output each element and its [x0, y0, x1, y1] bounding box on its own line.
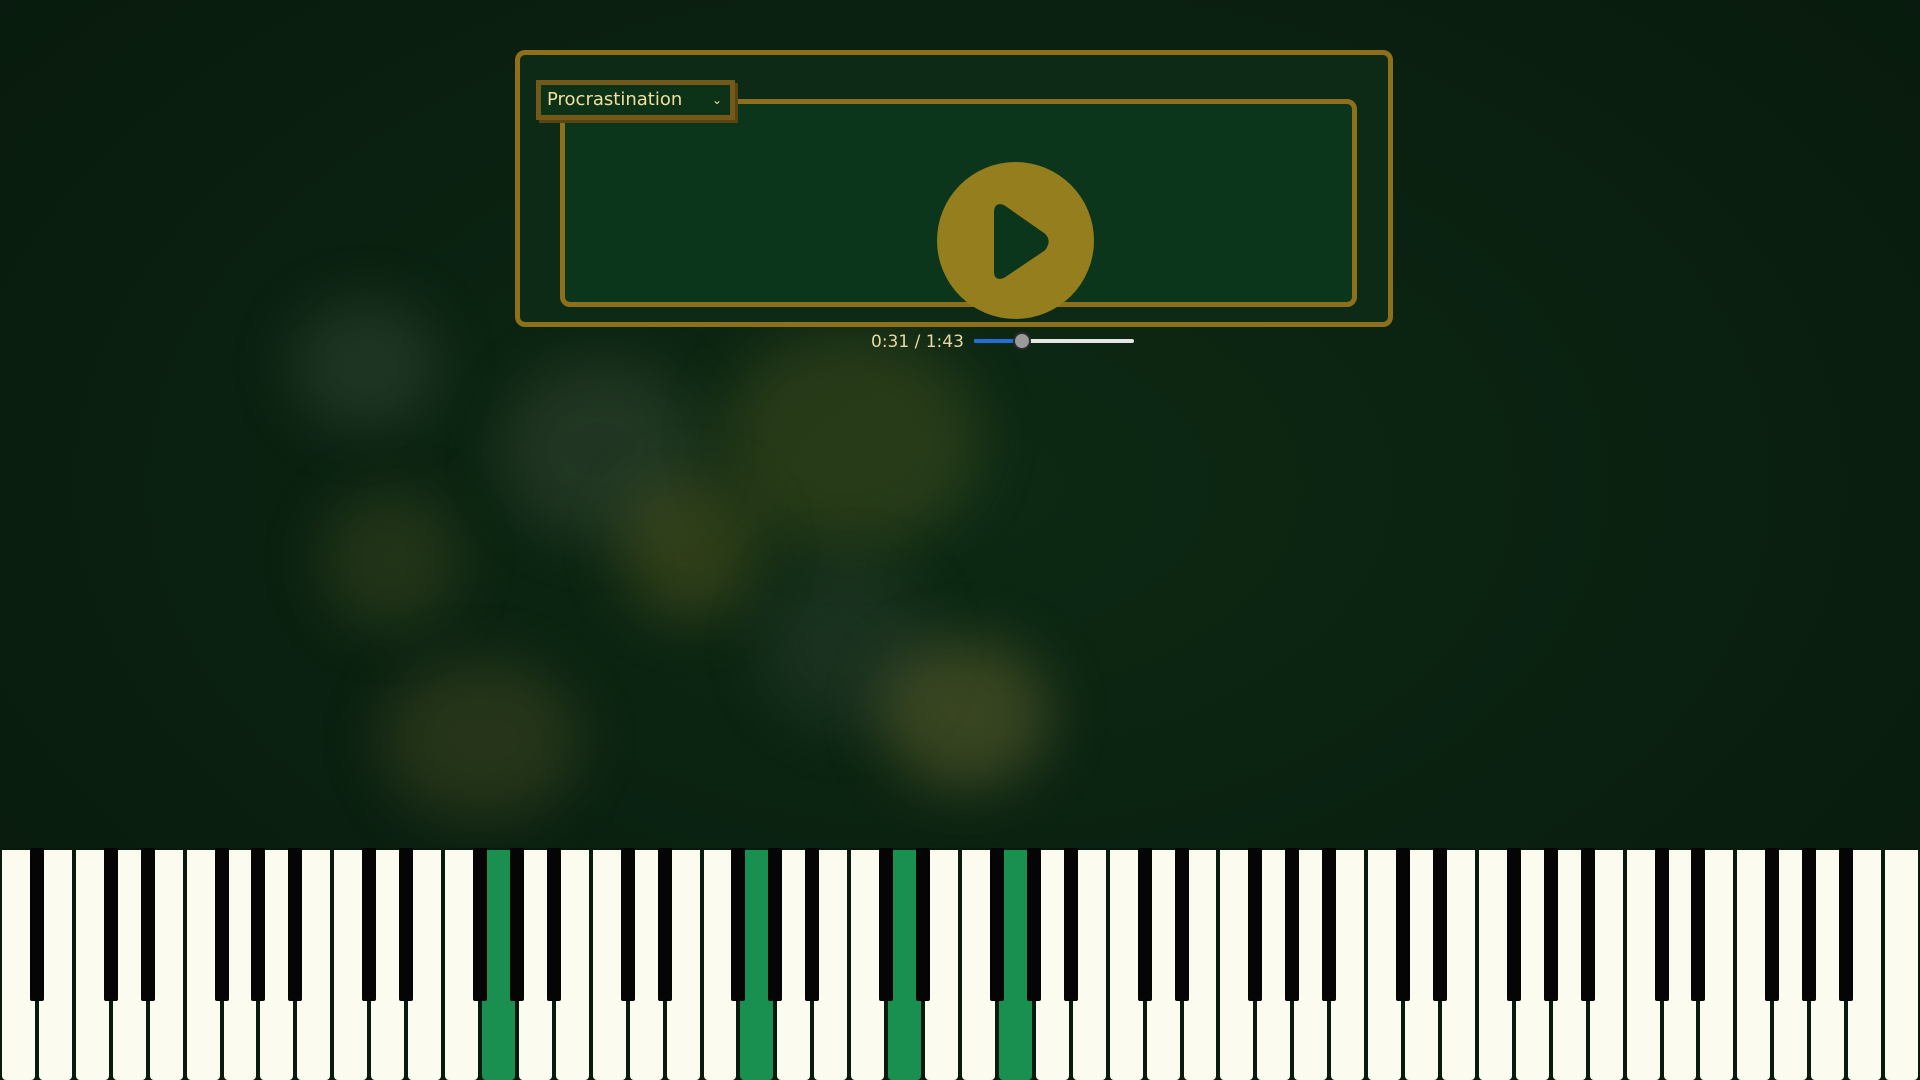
- play-button[interactable]: [937, 162, 1094, 319]
- background-glow: [720, 330, 980, 550]
- piano-black-key[interactable]: [657, 848, 672, 1001]
- piano-black-key[interactable]: [1433, 848, 1447, 1001]
- background-glow: [320, 490, 460, 630]
- seek-slider[interactable]: [974, 332, 1134, 350]
- piano-black-key[interactable]: [509, 848, 524, 1001]
- piano-black-key[interactable]: [1248, 848, 1263, 1001]
- piano-black-key[interactable]: [546, 848, 561, 1001]
- background-glow: [290, 300, 440, 430]
- piano-black-key[interactable]: [473, 848, 487, 1001]
- piano-white-key[interactable]: [1848, 850, 1882, 1080]
- time-display: 0:31 / 1:43: [871, 332, 964, 352]
- piano-black-key[interactable]: [989, 848, 1004, 1001]
- piano-black-key[interactable]: [1580, 848, 1595, 1001]
- song-select-value: Procrastination: [547, 89, 683, 110]
- piano-black-key[interactable]: [399, 848, 414, 1001]
- chevron-down-icon: ⌄: [711, 93, 722, 107]
- piano-white-key[interactable]: [297, 850, 331, 1080]
- piano-black-key[interactable]: [1543, 848, 1558, 1001]
- piano-black-key[interactable]: [1654, 848, 1669, 1001]
- song-select-dropdown[interactable]: Procrastination ⌄: [536, 80, 735, 120]
- player-controls-area: 0:31 / 1:43: [560, 99, 1357, 352]
- piano-black-key[interactable]: [1322, 848, 1337, 1001]
- piano-black-key[interactable]: [1137, 848, 1152, 1001]
- piano-black-key[interactable]: [1396, 848, 1411, 1001]
- piano-white-key[interactable]: [1331, 850, 1365, 1080]
- piano-black-key[interactable]: [1506, 848, 1521, 1001]
- piano-black-key[interactable]: [1839, 848, 1854, 1001]
- piano-black-key[interactable]: [731, 848, 746, 1001]
- piano-white-key[interactable]: [1700, 850, 1734, 1080]
- piano-black-key[interactable]: [251, 848, 266, 1001]
- music-player-panel: 0:31 / 1:43 Procrastination ⌄: [515, 50, 1393, 352]
- piano-keyboard: [0, 848, 1920, 1080]
- piano-black-key[interactable]: [916, 848, 931, 1001]
- piano-white-key[interactable]: [408, 850, 442, 1080]
- piano-black-key[interactable]: [1026, 848, 1041, 1001]
- play-icon: [994, 204, 1049, 279]
- piano-black-key[interactable]: [805, 848, 820, 1001]
- piano-white-key[interactable]: [814, 850, 848, 1080]
- piano-black-key[interactable]: [1765, 848, 1780, 1001]
- piano-black-key[interactable]: [1691, 848, 1706, 1001]
- piano-black-key[interactable]: [879, 848, 894, 1001]
- piano-black-key[interactable]: [768, 848, 783, 1001]
- piano-black-key[interactable]: [214, 848, 229, 1001]
- background-glow: [380, 660, 580, 820]
- piano-black-key[interactable]: [1063, 848, 1078, 1001]
- piano-black-key[interactable]: [1802, 848, 1817, 1001]
- piano-black-key[interactable]: [29, 848, 44, 1001]
- seek-thumb[interactable]: [1013, 332, 1031, 350]
- piano-black-key[interactable]: [1285, 848, 1300, 1001]
- background-glow: [620, 480, 760, 620]
- background-glow: [880, 640, 1050, 790]
- piano-black-key[interactable]: [620, 848, 635, 1001]
- piano-black-key[interactable]: [140, 848, 155, 1001]
- piano-black-key[interactable]: [103, 848, 118, 1001]
- piano-black-key[interactable]: [288, 848, 303, 1001]
- piano-black-key[interactable]: [1174, 848, 1189, 1001]
- piano-white-key[interactable]: [1885, 850, 1918, 1080]
- piano-black-key[interactable]: [362, 848, 377, 1001]
